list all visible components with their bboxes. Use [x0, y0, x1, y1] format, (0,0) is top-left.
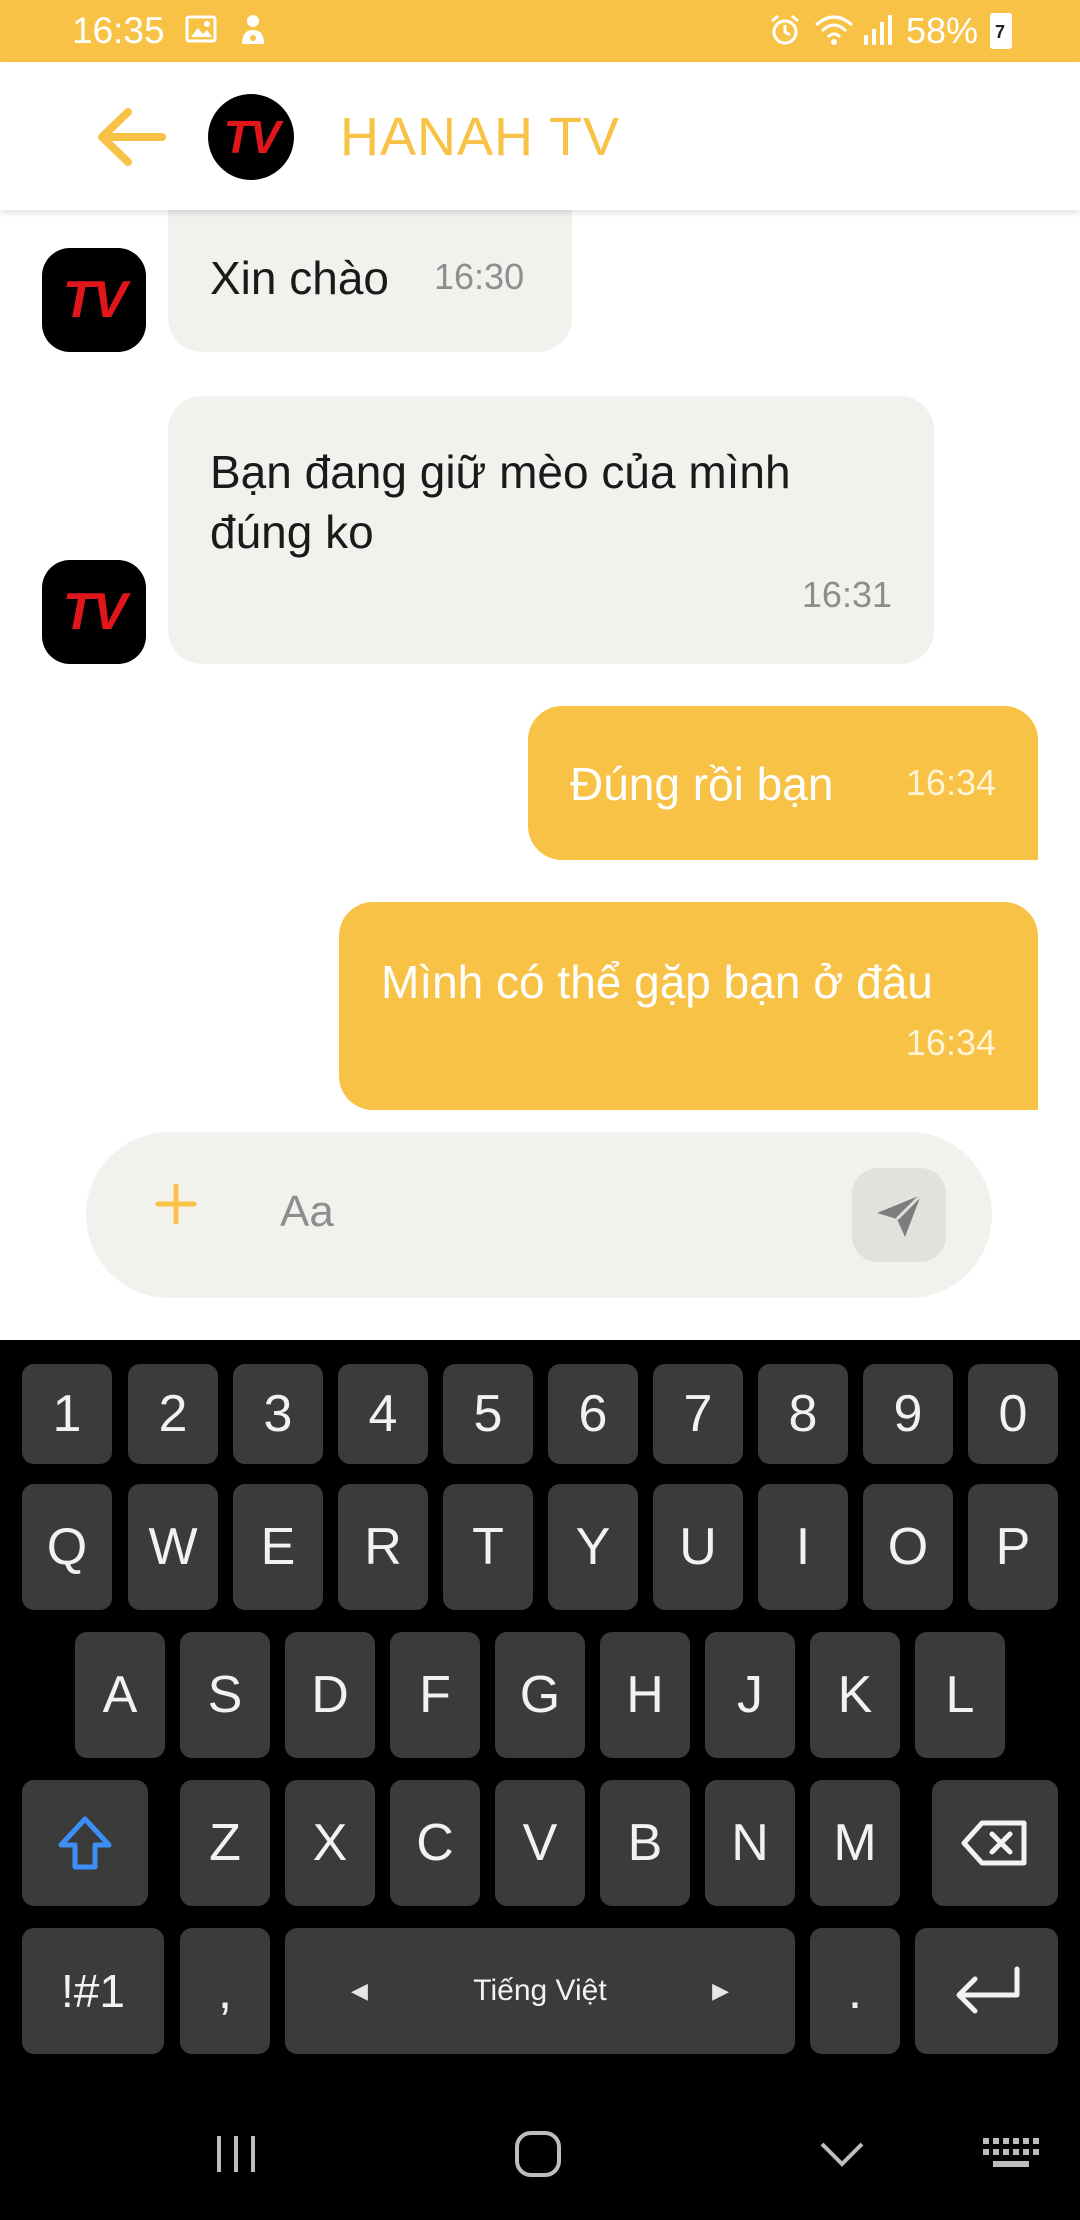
status-bar: 16:35 58% 7	[0, 0, 1080, 62]
contact-avatar[interactable]: TV	[208, 94, 294, 180]
battery-percent: 58%	[905, 10, 978, 51]
shift-key[interactable]	[22, 1780, 148, 1906]
caret-right-icon: ▶	[712, 1978, 729, 2003]
key-s[interactable]: S	[180, 1632, 270, 1758]
arrow-left-icon	[98, 108, 166, 166]
signal-icon	[860, 13, 894, 49]
key-1[interactable]: 1	[22, 1364, 112, 1464]
contact-name[interactable]: HANAH TV	[340, 106, 620, 168]
enter-key[interactable]	[915, 1928, 1058, 2054]
back-button[interactable]	[92, 102, 172, 172]
key-l[interactable]: L	[915, 1632, 1005, 1758]
avatar-logo-text: TV	[62, 583, 127, 641]
key-q[interactable]: Q	[22, 1484, 112, 1610]
message-time: 16:30	[434, 256, 525, 297]
chevron-down-icon	[820, 2142, 864, 2167]
shift-icon	[58, 1816, 112, 1870]
key-m[interactable]: M	[810, 1780, 900, 1906]
message-text: Mình có thể gặp bạn ở đâu	[381, 956, 933, 1008]
keyboard: 1 2 3 4 5 6 7 8 9 0 Q W E R T Y U I O P …	[0, 1340, 1080, 2080]
caret-left-icon: ◀	[351, 1978, 368, 2003]
key-f[interactable]: F	[390, 1632, 480, 1758]
message-text: Đúng rồi bạn	[570, 758, 834, 810]
home-button[interactable]	[508, 2124, 568, 2184]
message-bubble-incoming[interactable]: Bạn đang giữ mèo của mình đúng ko 16:31	[168, 396, 934, 664]
key-4[interactable]: 4	[338, 1364, 428, 1464]
key-g[interactable]: G	[495, 1632, 585, 1758]
plus-icon	[155, 1183, 197, 1225]
recents-button[interactable]	[206, 2124, 266, 2184]
key-7[interactable]: 7	[653, 1364, 743, 1464]
message-bubble-outgoing[interactable]: Mình có thể gặp bạn ở đâu 16:34	[339, 902, 1038, 1110]
chat-header: TV HANAH TV	[0, 62, 1080, 210]
symbols-key[interactable]: !#1	[22, 1928, 164, 2054]
key-v[interactable]: V	[495, 1780, 585, 1906]
message-bubble-incoming[interactable]: Xin chào 16:30	[168, 200, 572, 352]
key-x[interactable]: X	[285, 1780, 375, 1906]
key-d[interactable]: D	[285, 1632, 375, 1758]
key-3[interactable]: 3	[233, 1364, 323, 1464]
key-o[interactable]: O	[863, 1484, 953, 1610]
recents-icon	[217, 2136, 255, 2172]
wifi-icon	[814, 13, 853, 49]
backspace-key[interactable]	[932, 1780, 1058, 1906]
key-z[interactable]: Z	[180, 1780, 270, 1906]
key-8[interactable]: 8	[758, 1364, 848, 1464]
alarm-icon	[768, 13, 802, 49]
key-p[interactable]: P	[968, 1484, 1058, 1610]
backspace-icon	[961, 1820, 1027, 1866]
gallery-icon	[184, 12, 218, 48]
key-y[interactable]: Y	[548, 1484, 638, 1610]
key-i[interactable]: I	[758, 1484, 848, 1610]
system-navigation-bar	[0, 2080, 1080, 2220]
key-k[interactable]: K	[810, 1632, 900, 1758]
hide-keyboard-button[interactable]	[812, 2124, 872, 2184]
period-key[interactable]: .	[810, 1928, 900, 2054]
comma-key[interactable]: ,	[180, 1928, 270, 2054]
key-0[interactable]: 0	[968, 1364, 1058, 1464]
key-n[interactable]: N	[705, 1780, 795, 1906]
key-a[interactable]: A	[75, 1632, 165, 1758]
enter-icon	[956, 1966, 1019, 2014]
message-bubble-outgoing[interactable]: Đúng rồi bạn 16:34	[528, 706, 1038, 860]
keyboard-icon	[983, 2138, 1039, 2167]
message-text-line: đúng ko	[210, 506, 374, 558]
key-b[interactable]: B	[600, 1780, 690, 1906]
message-composer	[86, 1132, 992, 1298]
status-time: 16:35	[72, 10, 165, 51]
send-button[interactable]	[852, 1168, 946, 1262]
message-input[interactable]	[280, 1172, 900, 1252]
message-time: 16:34	[905, 762, 996, 803]
key-c[interactable]: C	[390, 1780, 480, 1906]
message-text-line: Bạn đang giữ mèo của mình	[210, 446, 791, 498]
home-icon	[515, 2131, 561, 2177]
message-time: 16:31	[801, 574, 892, 615]
key-5[interactable]: 5	[443, 1364, 533, 1464]
keyboard-switch-button[interactable]	[980, 2124, 1040, 2184]
key-u[interactable]: U	[653, 1484, 743, 1610]
key-6[interactable]: 6	[548, 1364, 638, 1464]
notification-icon	[236, 12, 270, 48]
key-r[interactable]: R	[338, 1484, 428, 1610]
battery-level-glyph: 7	[995, 22, 1006, 42]
key-t[interactable]: T	[443, 1484, 533, 1610]
sender-avatar[interactable]: TV	[42, 248, 146, 352]
send-icon	[877, 1193, 923, 1237]
message-time: 16:34	[905, 1022, 996, 1063]
key-w[interactable]: W	[128, 1484, 218, 1610]
battery-icon: 7	[990, 13, 1012, 49]
message-text: Xin chào	[210, 252, 390, 304]
avatar-logo-text: TV	[223, 111, 281, 163]
key-j[interactable]: J	[705, 1632, 795, 1758]
space-key[interactable]: ◀ Tiếng Việt ▶	[285, 1928, 795, 2054]
key-9[interactable]: 9	[863, 1364, 953, 1464]
add-attachment-button[interactable]	[154, 1182, 198, 1226]
key-h[interactable]: H	[600, 1632, 690, 1758]
avatar-logo-text: TV	[62, 271, 127, 329]
key-2[interactable]: 2	[128, 1364, 218, 1464]
space-key-label: Tiếng Việt	[473, 1974, 607, 2007]
sender-avatar[interactable]: TV	[42, 560, 146, 664]
key-e[interactable]: E	[233, 1484, 323, 1610]
